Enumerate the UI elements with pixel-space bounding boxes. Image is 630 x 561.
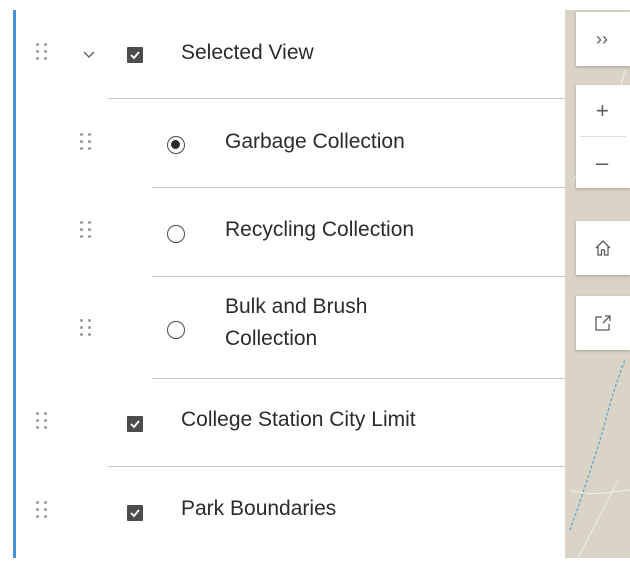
share-button[interactable]: [576, 296, 630, 350]
layer-label-city-limit: College Station City Limit: [181, 408, 416, 431]
map-frame: Selected View Garbage Collection Recycli…: [13, 10, 630, 558]
sublayer-label-bulk-line1: Bulk and Brush: [225, 295, 368, 318]
layer-label-selected-view: Selected View: [181, 41, 314, 64]
drag-handle-icon[interactable]: [80, 319, 92, 339]
share-icon: [595, 315, 611, 331]
drag-handle-icon[interactable]: [80, 133, 92, 153]
checkbox-checked-icon: [130, 420, 140, 429]
checkbox-city-limit[interactable]: [127, 416, 143, 432]
sublayer-row-bulk-brush[interactable]: Bulk and Brush Collection: [16, 277, 565, 378]
layer-row-selected-view[interactable]: Selected View: [16, 10, 565, 98]
sublayer-row-garbage[interactable]: Garbage Collection: [16, 99, 565, 187]
checkbox-parks[interactable]: [127, 505, 143, 521]
zoom-in-button[interactable]: +: [576, 85, 630, 136]
sublayer-label-recycling: Recycling Collection: [225, 218, 415, 241]
drag-handle-icon[interactable]: [36, 43, 48, 63]
checkbox-checked-icon: [130, 51, 140, 60]
layer-row-parks[interactable]: Park Boundaries: [16, 467, 565, 558]
radio-unselected-icon[interactable]: [167, 225, 185, 243]
sublayer-label-bulk-line2: Collection: [225, 327, 318, 350]
checkbox-selected-view[interactable]: [127, 47, 143, 63]
home-button[interactable]: [576, 221, 630, 275]
expand-toolbar-button[interactable]: ››: [576, 12, 630, 66]
drag-handle-icon[interactable]: [36, 501, 48, 521]
home-icon: [595, 240, 611, 256]
zoom-out-button[interactable]: –: [576, 137, 630, 188]
layer-label-parks: Park Boundaries: [181, 497, 337, 520]
layer-row-city-limit[interactable]: College Station City Limit: [16, 379, 565, 466]
zoom-control: + –: [576, 85, 630, 188]
chevron-down-icon[interactable]: [82, 47, 96, 61]
sublayer-label-garbage: Garbage Collection: [225, 130, 405, 153]
drag-handle-icon[interactable]: [36, 412, 48, 432]
checkbox-checked-icon: [130, 509, 140, 518]
layer-list-panel: Selected View Garbage Collection Recycli…: [13, 10, 565, 558]
drag-handle-icon[interactable]: [80, 221, 92, 241]
radio-selected-icon[interactable]: [167, 136, 185, 154]
radio-unselected-icon[interactable]: [167, 321, 185, 339]
expand-label: ››: [596, 28, 608, 49]
sublayer-row-recycling[interactable]: Recycling Collection: [16, 188, 565, 276]
